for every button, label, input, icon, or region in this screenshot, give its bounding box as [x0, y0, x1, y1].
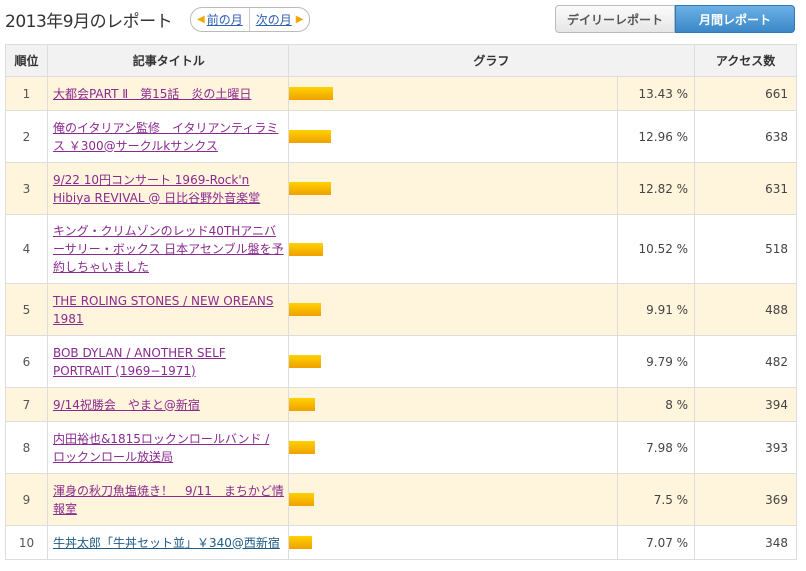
title-cell: 牛丼太郎「牛丼セット並」￥340@西新宿 — [46, 525, 289, 560]
access-share-bar — [288, 441, 315, 454]
percent-cell: 12.96 % — [617, 110, 696, 163]
percent-cell: 9.91 % — [617, 283, 696, 336]
title-cell: 大都会PART Ⅱ 第15話 炎の土曜日 — [46, 76, 289, 111]
table-row: 9 渾身の秋刀魚塩焼き！ 9/11 まちかど情報室 7.5 % 369 — [5, 473, 797, 526]
article-title-link[interactable]: 牛丼太郎「牛丼セット並」￥340@西新宿 — [53, 534, 280, 552]
rank-cell: 5 — [5, 283, 48, 336]
rank-cell: 8 — [5, 421, 48, 474]
table-row: 3 9/22 10円コンサート 1969-Rock'n Hibiya REVIVA… — [5, 162, 797, 215]
monthly-report-page: 2013年9月のレポート ◀ 前の月 次の月 ▶ デイリーレポート 月間レポート… — [0, 0, 806, 571]
graph-cell — [287, 283, 619, 336]
percent-cell: 12.82 % — [617, 162, 696, 215]
column-header-rank: 順位 — [5, 44, 48, 77]
access-share-bar — [288, 355, 321, 368]
access-count-cell: 394 — [694, 387, 797, 422]
triangle-left-icon: ◀ — [197, 14, 205, 25]
access-count-cell: 631 — [694, 162, 797, 215]
next-month-label: 次の月 — [255, 13, 292, 27]
prev-month-button[interactable]: ◀ 前の月 — [191, 8, 249, 31]
access-count-cell: 661 — [694, 76, 797, 111]
table-row: 6 BOB DYLAN / ANOTHER SELF PORTRAIT (1969… — [5, 335, 797, 388]
title-cell: 内田裕也&1815ロックンロールバンド / ロックンロール放送局 — [46, 421, 289, 474]
graph-cell — [287, 76, 619, 111]
table-row: 7 9/14祝勝会 やまと@新宿 8 % 394 — [5, 387, 797, 422]
table-row: 5 THE ROLING STONES / NEW OREANS 1981 9.91… — [5, 283, 797, 336]
article-title-link[interactable]: 俺のイタリアン監修 イタリアンティラミス ￥300@サークルkサンクス — [53, 119, 285, 155]
triangle-right-icon: ▶ — [295, 14, 304, 25]
title-cell: 俺のイタリアン監修 イタリアンティラミス ￥300@サークルkサンクス — [46, 110, 289, 163]
percent-cell: 13.43 % — [617, 76, 696, 111]
graph-cell — [287, 335, 619, 388]
column-header-title: 記事タイトル — [46, 44, 289, 77]
article-title-link[interactable]: BOB DYLAN / ANOTHER SELF PORTRAIT (1969−… — [53, 344, 285, 380]
graph-cell — [287, 110, 619, 163]
rank-cell: 7 — [5, 387, 48, 422]
access-count-cell: 482 — [694, 335, 797, 388]
rank-cell: 9 — [5, 473, 48, 526]
graph-cell — [287, 214, 619, 284]
month-navigation: ◀ 前の月 次の月 ▶ — [190, 7, 311, 32]
percent-cell: 7.07 % — [617, 525, 696, 560]
title-cell: THE ROLING STONES / NEW OREANS 1981 — [46, 283, 289, 336]
access-count-cell: 348 — [694, 525, 797, 560]
column-header-access: アクセス数 — [694, 44, 797, 77]
article-title-link[interactable]: THE ROLING STONES / NEW OREANS 1981 — [53, 292, 285, 328]
next-month-button[interactable]: 次の月 ▶ — [248, 8, 310, 31]
title-cell: キング・クリムゾンのレッド40THアニバーサリー・ボックス 日本アセンブル盤を予… — [46, 214, 289, 284]
title-cell: BOB DYLAN / ANOTHER SELF PORTRAIT (1969−… — [46, 335, 289, 388]
percent-cell: 8 % — [617, 387, 696, 422]
rank-cell: 2 — [5, 110, 48, 163]
rank-cell: 4 — [5, 214, 48, 284]
access-share-bar — [288, 182, 331, 195]
percent-cell: 7.5 % — [617, 473, 696, 526]
access-share-bar — [288, 130, 331, 143]
table-row: 8 内田裕也&1815ロックンロールバンド / ロックンロール放送局 7.98 % 3… — [5, 421, 797, 474]
daily-report-tab[interactable]: デイリーレポート — [555, 5, 675, 33]
prev-month-label: 前の月 — [206, 13, 243, 27]
access-share-bar — [288, 87, 333, 100]
access-count-cell: 488 — [694, 283, 797, 336]
access-share-bar — [288, 536, 312, 549]
percent-cell: 10.52 % — [617, 214, 696, 284]
page-title: 2013年9月のレポート — [5, 12, 173, 32]
title-cell: 9/14祝勝会 やまと@新宿 — [46, 387, 289, 422]
graph-cell — [287, 525, 619, 560]
access-share-bar — [288, 398, 315, 411]
rank-cell: 1 — [5, 76, 48, 111]
article-title-link[interactable]: キング・クリムゾンのレッド40THアニバーサリー・ボックス 日本アセンブル盤を予… — [53, 222, 285, 276]
table-header-row: 順位 記事タイトル グラフ アクセス数 — [5, 44, 797, 77]
article-title-link[interactable]: 内田裕也&1815ロックンロールバンド / ロックンロール放送局 — [53, 430, 285, 466]
graph-cell — [287, 162, 619, 215]
article-title-link[interactable]: 9/14祝勝会 やまと@新宿 — [53, 396, 200, 414]
rank-cell: 6 — [5, 335, 48, 388]
table-row: 2 俺のイタリアン監修 イタリアンティラミス ￥300@サークルkサンクス 12.9… — [5, 110, 797, 163]
rank-cell: 10 — [5, 525, 48, 560]
access-share-bar — [288, 303, 321, 316]
table-row: 1 大都会PART Ⅱ 第15話 炎の土曜日 13.43 % 661 — [5, 76, 797, 111]
report-type-toggle: デイリーレポート 月間レポート — [555, 5, 795, 33]
graph-cell — [287, 387, 619, 422]
percent-cell: 7.98 % — [617, 421, 696, 474]
access-count-cell: 518 — [694, 214, 797, 284]
access-ranking-table: 順位 記事タイトル グラフ アクセス数 1 大都会PART Ⅱ 第15話 炎の土曜… — [5, 44, 797, 560]
percent-cell: 9.79 % — [617, 335, 696, 388]
article-title-link[interactable]: 9/22 10円コンサート 1969-Rock'n Hibiya REVIVAL… — [53, 171, 285, 207]
column-header-graph: グラフ — [287, 44, 696, 77]
title-cell: 渾身の秋刀魚塩焼き！ 9/11 まちかど情報室 — [46, 473, 289, 526]
table-row: 4 キング・クリムゾンのレッド40THアニバーサリー・ボックス 日本アセンブル盤を… — [5, 214, 797, 284]
access-share-bar — [288, 242, 323, 256]
access-share-bar — [288, 493, 314, 506]
access-count-cell: 638 — [694, 110, 797, 163]
article-title-link[interactable]: 渾身の秋刀魚塩焼き！ 9/11 まちかど情報室 — [53, 482, 285, 518]
table-row: 10 牛丼太郎「牛丼セット並」￥340@西新宿 7.07 % 348 — [5, 525, 797, 560]
access-count-cell: 369 — [694, 473, 797, 526]
rank-cell: 3 — [5, 162, 48, 215]
graph-cell — [287, 421, 619, 474]
graph-cell — [287, 473, 619, 526]
article-title-link[interactable]: 大都会PART Ⅱ 第15話 炎の土曜日 — [53, 85, 251, 103]
access-count-cell: 393 — [694, 421, 797, 474]
title-cell: 9/22 10円コンサート 1969-Rock'n Hibiya REVIVAL… — [46, 162, 289, 215]
monthly-report-tab[interactable]: 月間レポート — [675, 5, 795, 33]
